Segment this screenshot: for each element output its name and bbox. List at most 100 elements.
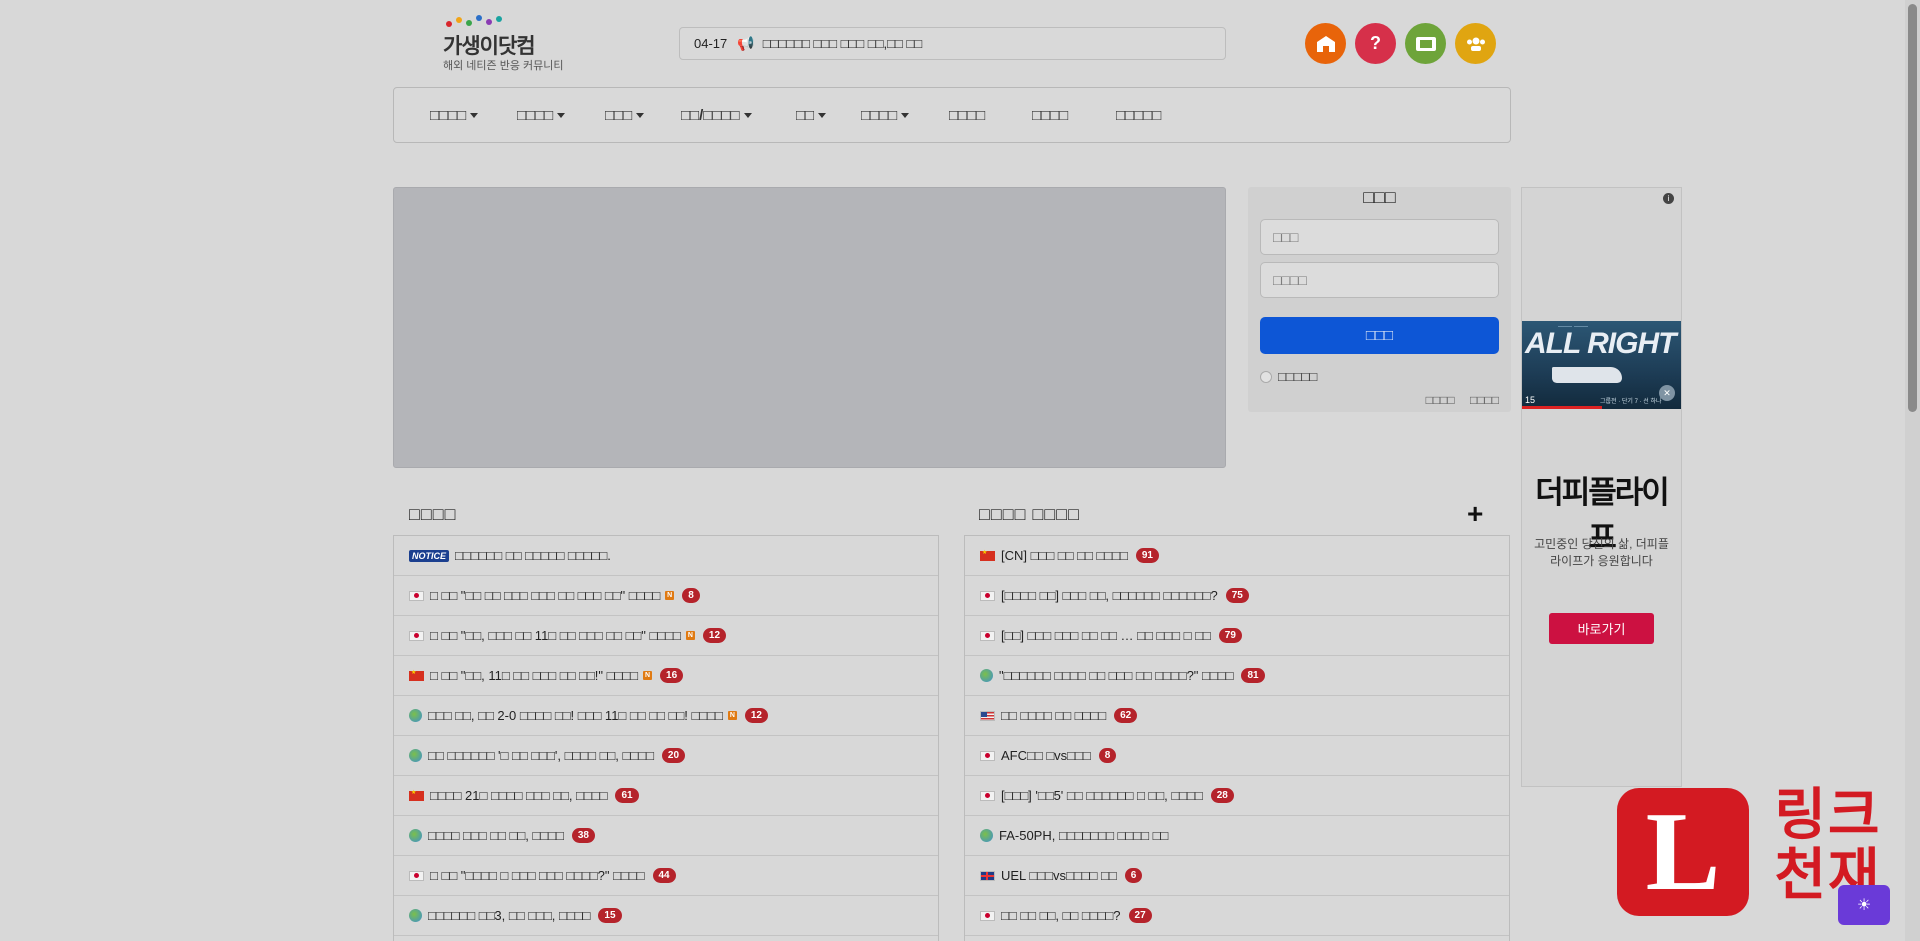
post-title[interactable]: □ □□ "□□, 11□ □□ □□□ □□ □□!" □□□□ (430, 668, 638, 683)
nav-item-8[interactable]: □□□□ (1032, 88, 1068, 142)
list-item[interactable]: □□ □□□□ □□ □□□□ 62 (965, 696, 1509, 736)
post-title[interactable]: FA-50PH, □□□□□□□ □□□□ □□ (999, 828, 1168, 843)
site-tagline: 해외 네티즌 반응 커뮤니티 (443, 60, 564, 72)
comment-count-badge: 12 (744, 708, 768, 723)
post-title[interactable]: [□□] □□□ □□□ □□ □□ … □□ □□□ □ □□ (1001, 628, 1211, 643)
ticker-text[interactable]: □□□□□□ □□□ □□□ □□,□□ □□ (763, 36, 922, 51)
main-nav: □□□□ □□□□ □□□ □□/□□□□ □□ □□□□ □□□□ □□□□ … (393, 87, 1511, 143)
post-title[interactable]: □ □□ "□□, □□□ □□ 11□ □□ □□□ □□ □□" □□□□ (430, 628, 681, 643)
nav-item-7[interactable]: □□□□ (949, 88, 985, 142)
post-title[interactable]: □□□□□□ □□3, □□ □□□, □□□□ (428, 908, 590, 923)
post-title[interactable]: AFC□□ □vs□□□ (1001, 748, 1091, 763)
left-section-title: □□□□ (409, 504, 457, 524)
post-title[interactable]: □□□ □□, □□ 2-0 □□□□ □□! □□□ 11□ □□ □□ □□… (428, 708, 723, 723)
list-item[interactable]: □□□□ □□□ □□ □□, □□□□ 38 (394, 816, 938, 856)
ticket-button[interactable] (1405, 23, 1446, 64)
post-title[interactable]: □□ □□□□□□ '□ □□ □□□', □□□□ □□, □□□□ (428, 748, 654, 763)
list-item[interactable]: □ □□ "□□, 11□ □□ □□□ □□ □□!" □□□□ N 16 (394, 656, 938, 696)
ad-cta-button[interactable]: 바로가기 (1549, 613, 1654, 644)
plus-icon[interactable]: + (1467, 498, 1483, 530)
users-icon (1466, 37, 1485, 51)
flag-icon (980, 710, 995, 721)
theme-toggle-icon[interactable]: ☀ (1838, 885, 1890, 925)
nav-item-4[interactable]: □□/□□□□ (681, 88, 752, 142)
post-title[interactable]: □ □□ "□□ □□ □□□ □□□ □□ □□□ □□" □□□□ (430, 588, 660, 603)
comment-count-badge: 8 (1098, 748, 1117, 763)
new-icon: N (665, 591, 675, 600)
nav-item-5[interactable]: □□ (796, 88, 827, 142)
nav-item-6[interactable]: □□□□ (861, 88, 910, 142)
flag-icon (980, 669, 993, 682)
comment-count-badge: 15 (598, 908, 622, 923)
list-item[interactable]: [CN] □□□ □□ □□ □□□□ 91 (965, 536, 1509, 576)
find-account-link[interactable]: □□□□ (1426, 393, 1455, 407)
post-title[interactable]: □□ □□ □□, □□ □□□□? (1001, 908, 1121, 923)
notice-badge: NOTICE (409, 549, 450, 562)
flag-icon (980, 910, 995, 921)
users-button[interactable] (1455, 23, 1496, 64)
login-links: □□□□ □□□□ (1414, 393, 1499, 407)
list-item[interactable]: □□□□ 21□ □□□□ □□□ □□, □□□□ 61 (394, 776, 938, 816)
right-section-title: □□□□ □□□□ (979, 504, 1080, 524)
link-genius-logo[interactable]: L (1617, 788, 1749, 916)
flag-icon (409, 749, 422, 762)
nav-item-2[interactable]: □□□□ (517, 88, 566, 142)
comment-count-badge: 79 (1218, 628, 1242, 643)
flag-icon (409, 709, 422, 722)
flag-icon (980, 549, 995, 561)
list-item[interactable]: □ □□ "□□ □□ □□□ □□□ □□ □□□ □□" □□□□ N 8 (394, 576, 938, 616)
side-ad[interactable]: i —— —— ALL RIGHT 15 그룹전 · 단기 7 · 선 하나 ✕… (1521, 187, 1682, 787)
login-button[interactable]: □□□ (1260, 317, 1499, 354)
nav-item-1[interactable]: □□□□ (430, 88, 479, 142)
scrollbar-thumb[interactable] (1908, 4, 1917, 412)
post-title[interactable]: [CN] □□□ □□ □□ □□□□ (1001, 548, 1128, 563)
ad-copy: 고민중인 당신의 삶, 더피플라이프가 응원합니다 (1534, 537, 1669, 568)
nav-item-9[interactable]: □□□□□ (1116, 88, 1161, 142)
list-item[interactable]: □□□□□□ □□3, □□ □□□, □□□□ 15 (394, 896, 938, 936)
list-item[interactable]: AFC□□ □vs□□□ 8 (965, 736, 1509, 776)
list-item[interactable]: UEL □□□vs□□□□ □□ 6 (965, 856, 1509, 896)
signup-link[interactable]: □□□□ (1470, 393, 1499, 407)
ad-video-counter: 15 (1525, 395, 1536, 405)
notice-ticker[interactable]: 04-17 📢 □□□□□□ □□□ □□□ □□,□□ □□ (679, 27, 1226, 60)
nav-item-3[interactable]: □□□ (605, 88, 645, 142)
list-item[interactable]: [□□□] '□□5' □□ □□□□□□ □ □□, □□□□ 28 (965, 776, 1509, 816)
school-button[interactable] (1305, 23, 1346, 64)
post-title[interactable]: [□□□] '□□5' □□ □□□□□□ □ □□, □□□□ (1001, 788, 1203, 803)
list-item[interactable]: □□ □□□□□□ '□ □□ □□□', □□□□ □□, □□□□ 20 (394, 736, 938, 776)
post-title[interactable]: □ □□ "□□□□ □ □□□ □□□ □□□□?" □□□□ (430, 868, 645, 883)
list-item[interactable]: □ □□ "□□, □□□ □□ 11□ □□ □□□ □□ □□" □□□□ N… (394, 616, 938, 656)
list-item[interactable]: [□□] □□□ □□□ □□ □□ … □□ □□□ □ □□ 79 (965, 616, 1509, 656)
list-item[interactable]: □□□ □□, □□ 2-0 □□□□ □□! □□□ 11□ □□ □□ □□… (394, 696, 938, 736)
help-button[interactable]: ? (1355, 23, 1396, 64)
list-item[interactable]: [□□□□ □□] □□□ □□, □□□□□□ □□□□□□? 75 (965, 576, 1509, 616)
remember-checkbox[interactable] (1260, 370, 1272, 383)
site-logo[interactable]: 가생이닷컴 (443, 30, 536, 60)
list-item[interactable]: □ □□ "□□□□ □ □□□ □□□ □□□□?" □□□□ 44 (394, 856, 938, 896)
login-panel: □□□ □□□ □□□□ □□□ □□□□□ □□□□ □□□□ (1248, 187, 1511, 412)
post-title[interactable]: UEL □□□vs□□□□ □□ (1001, 868, 1117, 883)
main-banner[interactable] (393, 187, 1226, 468)
ad-info-icon[interactable]: i (1663, 193, 1674, 204)
caret-down-icon (901, 112, 910, 118)
remember-me[interactable]: □□□□□ (1260, 369, 1317, 384)
post-title[interactable]: □□ □□□□ □□ □□□□ (1001, 708, 1106, 723)
post-title[interactable]: □□□□ □□□ □□ □□, □□□□ (428, 828, 564, 843)
post-title[interactable]: □□□□ 21□ □□□□ □□□ □□, □□□□ (430, 788, 607, 803)
comment-count-badge: 16 (660, 668, 684, 683)
post-title[interactable]: "□□□□□□ □□□□ □□ □□□ □□ □□□□?" □□□□ (999, 668, 1233, 683)
post-title[interactable]: □□□□□□ □□ □□□□□ □□□□□. (455, 548, 611, 563)
remember-label: □□□□□ (1278, 369, 1318, 384)
list-item[interactable]: □□ □□ □□, □□ □□□□? 27 (965, 896, 1509, 936)
username-input[interactable]: □□□ (1260, 219, 1499, 255)
comment-count-badge: 28 (1210, 788, 1234, 803)
post-title[interactable]: [□□□□ □□] □□□ □□, □□□□□□ □□□□□□? (1001, 588, 1218, 603)
ad-video[interactable]: —— —— ALL RIGHT 15 그룹전 · 단기 7 · 선 하나 ✕ (1522, 321, 1681, 409)
list-item[interactable]: NOTICE □□□□□□ □□ □□□□□ □□□□□. (394, 536, 938, 576)
list-item[interactable]: FA-50PH, □□□□□□□ □□□□ □□ (965, 816, 1509, 856)
caret-down-icon (818, 112, 827, 118)
mute-icon[interactable]: ✕ (1659, 385, 1675, 401)
password-input[interactable]: □□□□ (1260, 262, 1499, 298)
comment-count-badge: 12 (702, 628, 727, 643)
list-item[interactable]: "□□□□□□ □□□□ □□ □□□ □□ □□□□?" □□□□ 81 (965, 656, 1509, 696)
